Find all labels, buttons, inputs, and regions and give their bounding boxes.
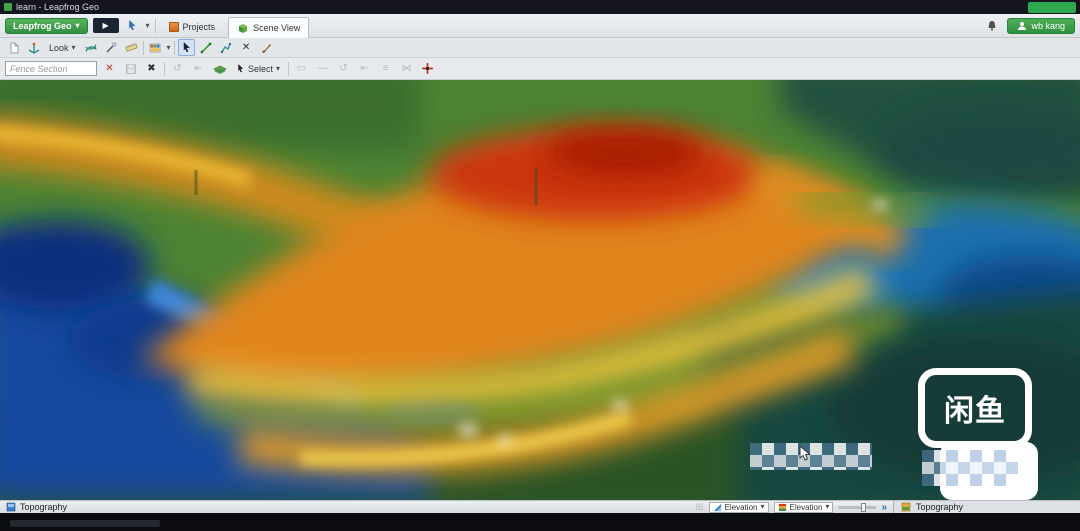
shape-list-bar: Topography ⊞ Elevation ▾ Elevation ▾ » T… <box>0 500 1080 513</box>
colour-mode-value: Elevation <box>789 502 823 512</box>
shape-display-controls: ⊞ Elevation ▾ Elevation ▾ » <box>689 501 893 513</box>
select-menu-button[interactable]: Select ▾ <box>232 61 284 76</box>
leapfrog-geo-menu-button[interactable]: Leapfrog Geo ▾ <box>5 17 88 34</box>
scene-viewport[interactable]: 闲鱼 <box>0 80 1080 500</box>
slicer-tool-icon[interactable] <box>103 39 120 56</box>
divider <box>288 61 290 76</box>
notifications-bell-icon[interactable] <box>983 17 1000 34</box>
play-icon: ▶ <box>102 21 109 30</box>
shape-row-topography[interactable]: Topography <box>0 501 689 513</box>
topography-layer-icon <box>900 502 911 513</box>
chevron-down-icon: ▾ <box>276 63 281 73</box>
leapfrog-geo-window: learn - Leapfrog Geo Leapfrog Geo ▾ ▶ ▾ … <box>0 0 1080 531</box>
user-account-button[interactable]: wb kang <box>1007 17 1075 34</box>
panel-title: Topography <box>916 502 964 512</box>
shape-list-panel-header[interactable]: Topography <box>893 501 1080 513</box>
join-icon[interactable]: ⋈ <box>398 60 415 77</box>
look-menu-button[interactable]: Look ▾ <box>45 41 80 55</box>
brush-tool-icon[interactable] <box>258 39 275 56</box>
colour-mode-dropdown[interactable]: Elevation ▾ <box>773 501 834 513</box>
chevron-down-icon[interactable]: ▾ <box>167 43 171 52</box>
pointer-tool-button[interactable] <box>177 39 195 56</box>
save-icon[interactable] <box>122 60 139 77</box>
divider <box>164 61 165 76</box>
user-icon <box>1017 21 1027 31</box>
delete-tool-icon[interactable]: ✕ <box>238 39 255 56</box>
window-title: learn - Leapfrog Geo <box>16 2 100 12</box>
fence-section-input[interactable] <box>5 61 97 76</box>
cancel-icon[interactable]: ✕ <box>101 60 118 77</box>
look-label: Look <box>49 42 69 53</box>
tab-scene-view[interactable]: Scene View <box>228 16 310 38</box>
select-label: Select <box>248 63 274 74</box>
watermark-text: 闲鱼 <box>944 395 1006 428</box>
view-mode-dropdown[interactable]: Elevation ▾ <box>708 501 769 513</box>
titlebar-green-badge[interactable] <box>1028 1 1076 13</box>
surface-shape-icon <box>5 502 16 513</box>
edit-toolbar: ✕ ✖ ↺ ⇤ Select ▾ ▭ — ↺ ⇤ ≡ ⋈ <box>0 58 1080 80</box>
divider <box>154 18 156 33</box>
projects-icon <box>168 22 179 32</box>
chevron-down-icon[interactable]: ▾ <box>146 21 150 30</box>
mouse-cursor <box>798 444 812 468</box>
run-button[interactable]: ▶ <box>92 18 119 33</box>
menubar: Leapfrog Geo ▾ ▶ ▾ Projects Scene View w… <box>0 14 1080 38</box>
leapfrog-geo-menu-label: Leapfrog Geo <box>13 20 72 31</box>
view-mode-value: Elevation <box>724 502 758 512</box>
chevron-down-icon: ▾ <box>75 20 80 30</box>
slider-thumb[interactable] <box>861 502 867 512</box>
tab-projects[interactable]: Projects <box>161 17 224 38</box>
watermark-logo: 闲鱼 <box>918 368 1032 448</box>
line-style-icon[interactable]: — <box>314 60 331 77</box>
colour-ramp-icon <box>778 503 787 512</box>
chevron-down-icon: ▾ <box>71 42 76 52</box>
reverse-icon[interactable]: ↺ <box>335 60 352 77</box>
view-toolbar: Look ▾ ▾ ✕ <box>0 38 1080 58</box>
scene-cube-icon <box>237 22 249 34</box>
user-name: wb kang <box>1031 20 1065 31</box>
divider <box>173 40 175 55</box>
chevron-down-icon: ▾ <box>760 502 765 511</box>
trash-icon[interactable]: ▭ <box>293 60 310 77</box>
pixelated-censor-patch <box>922 450 1018 486</box>
tab-projects-label: Projects <box>182 22 216 32</box>
topography-terrain-render <box>0 80 1080 500</box>
extend-icon[interactable]: ⇤ <box>356 60 373 77</box>
tab-scene-view-label: Scene View <box>253 22 301 33</box>
opacity-slider[interactable] <box>838 502 877 512</box>
grid-toggle-icon[interactable]: ⊞ <box>695 502 703 513</box>
bottom-strip <box>0 513 1080 531</box>
snap-icon[interactable]: ⇤ <box>190 60 207 77</box>
new-scene-icon[interactable] <box>5 39 22 56</box>
shape-label: Topography <box>20 502 68 512</box>
section-crosshair-icon[interactable] <box>419 60 436 77</box>
unreadable-text-smudge <box>10 520 160 527</box>
more-options-arrows-icon[interactable]: » <box>881 502 887 513</box>
rotate-view-icon[interactable] <box>83 39 100 56</box>
draw-line-tool-icon[interactable] <box>198 39 215 56</box>
scene-axes-icon[interactable] <box>25 39 42 56</box>
list-icon[interactable]: ≡ <box>377 60 394 77</box>
elevation-gradient-icon <box>713 503 722 512</box>
undo-icon[interactable]: ↺ <box>169 60 186 77</box>
delete-section-icon[interactable]: ✖ <box>143 60 160 77</box>
app-icon <box>4 3 12 11</box>
draw-polyline-tool-icon[interactable] <box>218 39 235 56</box>
ruler-tool-icon[interactable] <box>123 39 140 56</box>
processing-tasks-icon[interactable] <box>124 17 141 34</box>
chevron-down-icon: ▾ <box>825 502 830 511</box>
surface-layers-icon[interactable] <box>211 60 228 77</box>
colourmap-table-icon[interactable] <box>147 39 164 56</box>
titlebar: learn - Leapfrog Geo <box>0 0 1080 14</box>
divider <box>142 40 144 55</box>
